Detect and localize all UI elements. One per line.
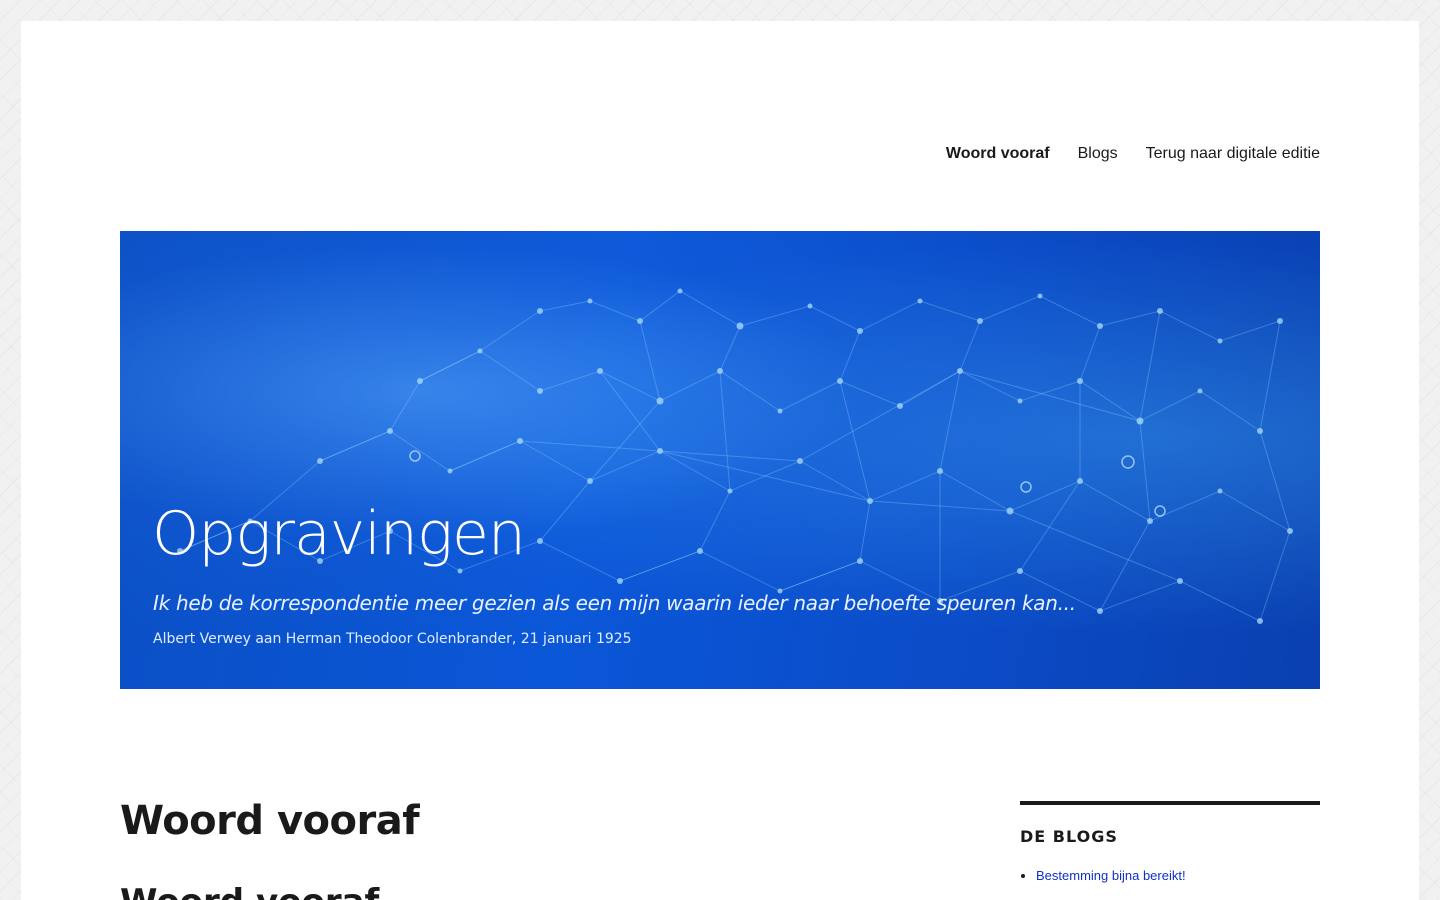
page-title: Woord vooraf bbox=[120, 798, 420, 844]
banner-quote: Ik heb de korrespondentie meer gezien al… bbox=[153, 591, 1076, 615]
banner-attribution: Albert Verwey aan Herman Theodoor Colenb… bbox=[153, 631, 632, 647]
section-heading: Woord vooraf bbox=[120, 882, 379, 900]
main-navigation: Woord vooraf Blogs Terug naar digitale e… bbox=[946, 143, 1320, 165]
blog-post-list: Bestemming bijna bereikt! bbox=[1020, 868, 1320, 883]
nav-item-blogs[interactable]: Blogs bbox=[1078, 143, 1118, 165]
widget-title: De blogs bbox=[1020, 827, 1118, 846]
banner-title: Opgravingen bbox=[152, 499, 526, 569]
nav-item-terug-naar-editie[interactable]: Terug naar digitale editie bbox=[1146, 143, 1320, 165]
header-banner-image: Opgravingen Ik heb de korrespondentie me… bbox=[120, 231, 1320, 689]
sidebar-widget-blogs: De blogs Bestemming bijna bereikt! bbox=[1020, 801, 1320, 883]
list-item: Bestemming bijna bereikt! bbox=[1036, 868, 1320, 883]
blog-post-link[interactable]: Bestemming bijna bereikt! bbox=[1036, 868, 1186, 883]
network-graph-decoration bbox=[177, 288, 1293, 624]
nav-item-woord-vooraf[interactable]: Woord vooraf bbox=[946, 143, 1050, 165]
